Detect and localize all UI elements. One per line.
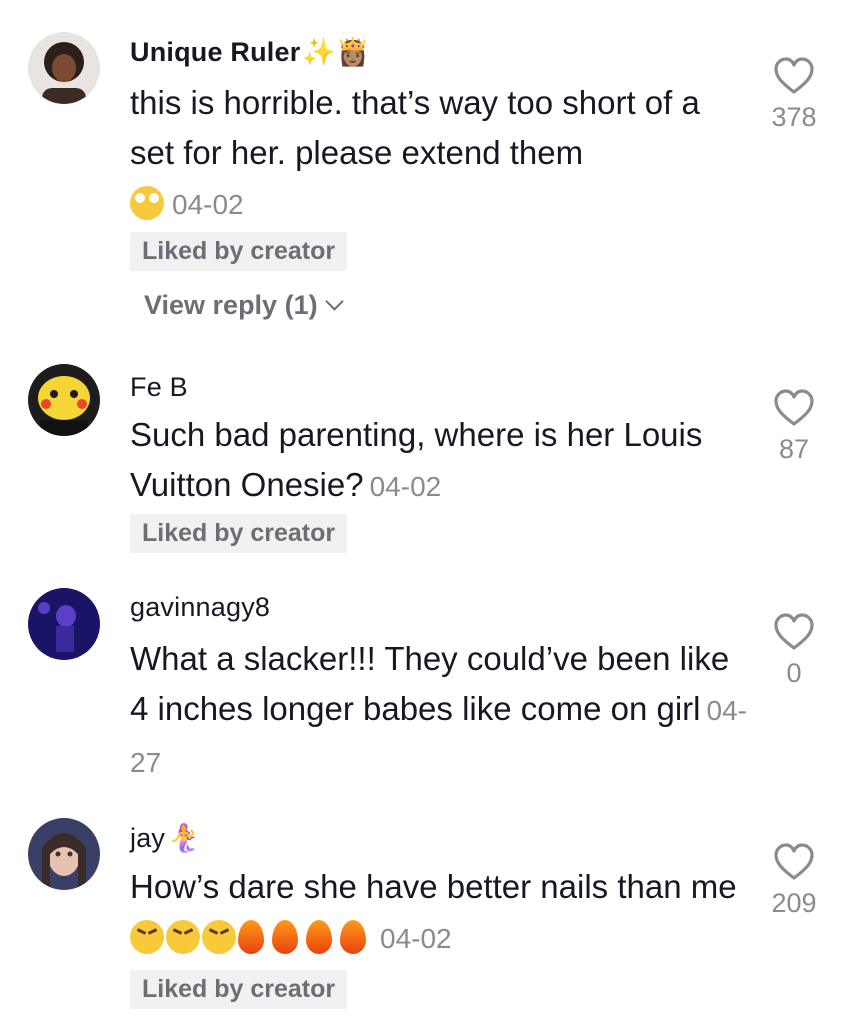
tired-face-emoji-icon <box>202 920 236 954</box>
comment-item: jay🧜‍♀️ How’s dare she have better nails… <box>0 810 855 1024</box>
heart-outline-icon <box>774 389 814 426</box>
user-avatar-icon <box>28 588 100 660</box>
comment-text: this is horrible. that’s way too short o… <box>130 84 700 220</box>
comment-text: How’s dare she have better nails than me… <box>130 868 737 954</box>
pikachu-avatar-icon <box>28 364 100 436</box>
username[interactable]: gavinnagy8 <box>130 592 270 623</box>
like-count: 378 <box>771 102 817 132</box>
fire-emoji-icon <box>306 920 332 954</box>
like-count: 209 <box>771 888 817 918</box>
like-button[interactable]: 87 <box>760 388 828 465</box>
fire-emoji-icon <box>272 920 298 954</box>
liked-by-creator-badge: Liked by creator <box>130 514 348 553</box>
heart-outline-icon <box>774 613 814 650</box>
heart-outline-icon <box>774 843 814 880</box>
comment-date: 04-02 <box>369 471 442 502</box>
comment-text: Such bad parenting, where is her Louis V… <box>130 416 703 503</box>
comment-date: 04-02 <box>380 923 452 954</box>
fire-emoji-icon <box>340 920 366 954</box>
comment-item: Unique Ruler✨👸🏽 this is horrible. that’s… <box>0 0 855 340</box>
like-button[interactable]: 378 <box>760 56 828 133</box>
like-count: 87 <box>778 434 810 464</box>
avatar[interactable] <box>28 32 100 104</box>
liked-by-creator-badge: Liked by creator <box>130 232 348 271</box>
username[interactable]: Unique Ruler✨👸🏽 <box>130 36 370 68</box>
like-button[interactable]: 209 <box>760 842 828 919</box>
fire-emoji-icon <box>238 920 264 954</box>
avatar[interactable] <box>28 364 100 436</box>
tired-face-emoji-icon <box>130 920 164 954</box>
like-button[interactable]: 0 <box>760 612 828 689</box>
like-count: 0 <box>786 658 802 688</box>
comment-date: 04-02 <box>172 189 244 220</box>
comment-item: Fe B Such bad parenting, where is her Lo… <box>0 350 855 560</box>
heart-outline-icon <box>774 57 814 94</box>
user-avatar-icon <box>28 32 100 104</box>
tired-face-emoji-icon <box>166 920 200 954</box>
username[interactable]: Fe B <box>130 372 188 403</box>
username[interactable]: jay🧜‍♀️ <box>130 822 201 854</box>
comment-text: What a slacker!!! They could’ve been lik… <box>130 640 747 778</box>
username-emoji: ✨👸🏽 <box>302 37 371 67</box>
liked-by-creator-badge: Liked by creator <box>130 970 348 1009</box>
eye-roll-emoji-icon <box>130 186 164 220</box>
user-avatar-icon <box>28 818 100 890</box>
username-emoji: 🧜‍♀️ <box>167 823 201 853</box>
comment-item: gavinnagy8 What a slacker!!! They could’… <box>0 580 855 800</box>
avatar[interactable] <box>28 588 100 660</box>
chevron-down-icon <box>324 292 344 311</box>
avatar[interactable] <box>28 818 100 890</box>
view-reply-button[interactable]: View reply (1) <box>144 290 344 321</box>
